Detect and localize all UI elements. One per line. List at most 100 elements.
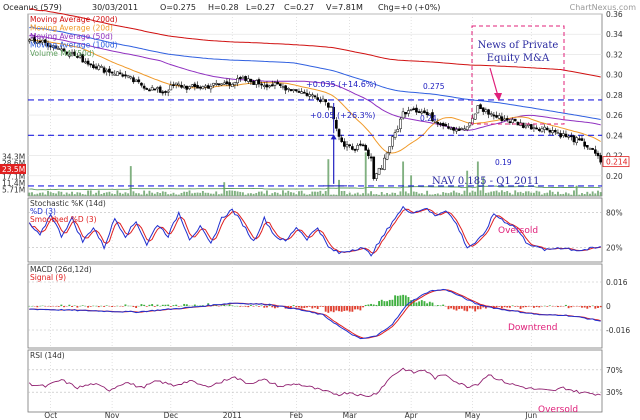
chart-svg: Oceanus (579) 30/03/2011 O=0.275 H=0.28 … [0, 0, 640, 420]
volume-bar-0 [28, 192, 31, 196]
rsi-tick-0: 70% [606, 366, 623, 375]
volume-bar-43 [143, 190, 146, 196]
volume-bar-133 [383, 194, 386, 196]
candle-body-85 [254, 80, 258, 85]
candle-body-167 [473, 113, 477, 120]
candle-body-209 [585, 145, 589, 148]
macd-hist-44 [145, 306, 148, 307]
candle-body-186 [524, 125, 528, 128]
low-label: L=0.27 [246, 3, 275, 12]
candle-body-69 [212, 82, 215, 86]
volume-bar-119 [346, 194, 348, 196]
candle-body-67 [206, 85, 210, 89]
volume-bar-68 [209, 193, 212, 196]
candle-body-182 [513, 118, 517, 122]
volume-bar-74 [225, 190, 228, 196]
volume-bar-14 [65, 192, 68, 196]
volume-bar-25 [95, 192, 98, 196]
macd-hist-214 [599, 306, 602, 308]
candle-body-88 [262, 85, 266, 87]
volume-bar-71 [217, 194, 220, 196]
candle-body-208 [583, 141, 586, 147]
macd-hist-159 [452, 306, 455, 310]
watermark: ChartNexus.com [570, 3, 637, 12]
annotations: News of Private Equity M&A +0.035 (+14.6… [306, 25, 578, 415]
x-tick-3: 2011 [223, 411, 242, 420]
macd-hist-189 [532, 306, 535, 308]
volume-bar-141 [404, 191, 407, 196]
volume-bar-210 [589, 193, 591, 196]
volume-bar-175 [495, 190, 498, 196]
macd-hist-102 [300, 306, 303, 309]
candle-body-169 [479, 104, 482, 110]
macd-hist-148 [423, 301, 426, 306]
volume-bar-132 [380, 191, 383, 196]
macd-hist-54 [172, 305, 175, 306]
candle-body-59 [185, 85, 189, 90]
candle-body-157 [447, 126, 450, 129]
volume-bar-149 [426, 190, 429, 196]
price-tick-4: 0.28 [606, 91, 623, 100]
volume-bar-144 [412, 191, 415, 196]
candle-body-144 [412, 108, 416, 111]
macd-hist-199 [559, 306, 562, 307]
volume-bar-100 [295, 194, 298, 196]
macd-hist-186 [524, 306, 527, 308]
volume-bar-47 [153, 193, 156, 196]
volume-bar-46 [151, 192, 154, 196]
volume-bar-151 [431, 194, 434, 196]
volume-bar-142 [407, 193, 410, 196]
volume-bar-131 [378, 194, 381, 196]
candle-body-58 [182, 85, 186, 89]
macd-hist-109 [319, 306, 322, 307]
macd-hist-127 [367, 304, 370, 306]
candle-body-116 [337, 129, 341, 137]
volume-bar-50 [161, 191, 164, 196]
candle-body-201 [564, 133, 568, 138]
close-label: C=0.27 [284, 3, 314, 12]
volume-bar-54 [172, 192, 175, 196]
macd-hist-8 [49, 306, 52, 307]
volume-bar-20 [81, 194, 84, 196]
macd-hist-130 [375, 304, 378, 306]
volume-bar-76 [231, 190, 234, 196]
volume-bar-178 [503, 191, 506, 196]
macd-hist-182 [514, 306, 517, 307]
rsi-oversold-label: Oversold [538, 405, 578, 415]
candle-body-44 [145, 88, 149, 90]
volume-bar-113 [330, 194, 332, 196]
volume-bar-60 [188, 190, 191, 196]
stoch-tick-0: 80% [606, 209, 623, 218]
candle-body-24 [92, 64, 95, 68]
candle-body-130 [375, 173, 378, 179]
macd-hist-168 [476, 306, 479, 310]
volume-bar-128 [370, 191, 372, 196]
macd-hist-52 [167, 304, 170, 306]
macd-hist-201 [565, 304, 567, 306]
volume-bar-201 [565, 192, 567, 196]
x-tick-2: Dec [164, 411, 179, 420]
candle-body-124 [359, 143, 362, 146]
candle-body-31 [110, 71, 114, 74]
volume-bar-102 [300, 190, 303, 196]
macd-hist-113 [330, 306, 332, 312]
price-tick-0: 0.36 [606, 10, 623, 19]
candle-body-171 [484, 109, 488, 112]
volume-bar-187 [527, 191, 530, 196]
macd-hist-110 [322, 306, 324, 307]
volume-bar-31 [111, 193, 114, 196]
volume-bar-45 [148, 190, 151, 196]
macd-hist-157 [447, 306, 450, 310]
candle-body-112 [327, 102, 330, 108]
candle-body-47 [153, 88, 157, 91]
candle-body-133 [383, 157, 386, 170]
macd-tick-1: 0 [606, 302, 611, 311]
macd-hist-84 [252, 306, 255, 307]
macd-hist-136 [391, 299, 394, 306]
candle-body-71 [217, 83, 221, 86]
panel-frames [27, 13, 603, 413]
volume-bar-5 [41, 192, 44, 196]
macd-hist-122 [354, 306, 356, 310]
candle-body-115 [335, 119, 338, 129]
candle-body-26 [97, 65, 101, 70]
